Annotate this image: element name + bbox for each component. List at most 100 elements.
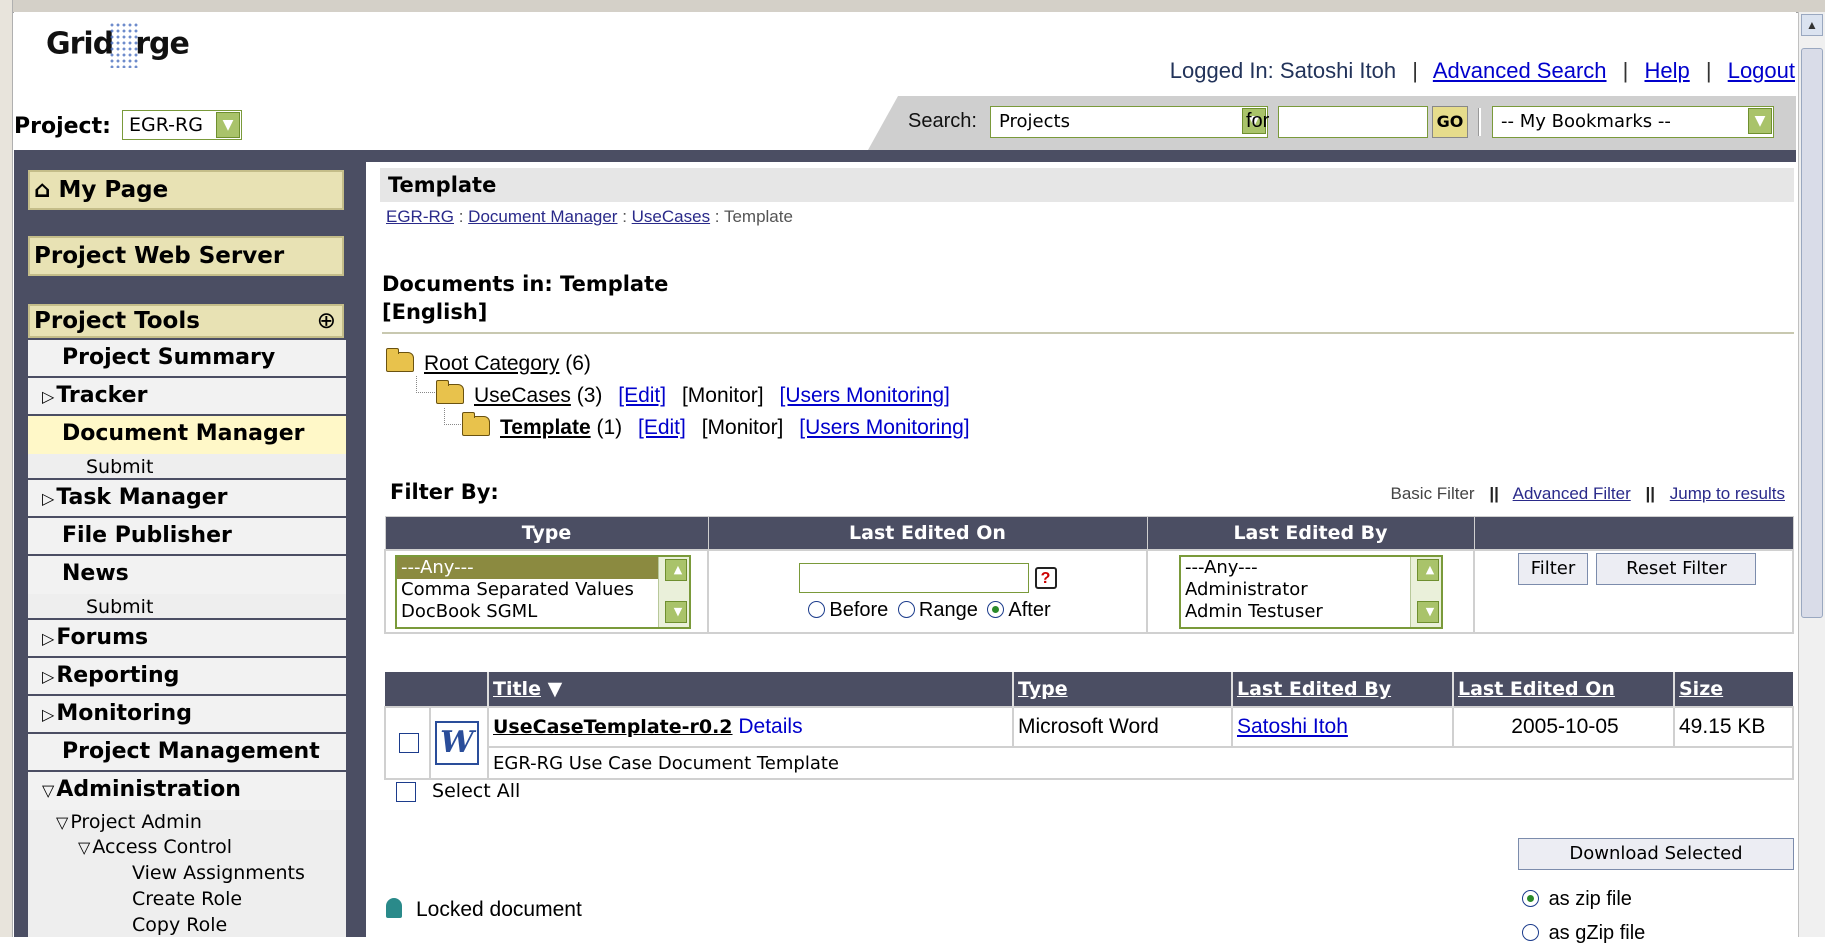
search-scope-select[interactable]: Projects ▼	[990, 106, 1268, 138]
sidebar-item-project-summary[interactable]: Project Summary	[28, 340, 346, 378]
help-icon[interactable]: ?	[1034, 567, 1057, 589]
sidebar-item-file-publisher[interactable]: File Publisher	[28, 518, 346, 556]
template-edit-link[interactable]: [Edit]	[638, 416, 686, 439]
chevron-down-icon[interactable]: ▼	[1748, 108, 1772, 134]
my-page-button[interactable]: ⌂ My Page	[28, 170, 344, 210]
template-count: (1)	[596, 416, 623, 439]
table-header-last-edited-by[interactable]: Last Edited By	[1231, 672, 1453, 707]
sidebar-sub-view-assignments[interactable]: View Assignments	[28, 860, 346, 886]
sort-title-link[interactable]: Title	[493, 678, 541, 700]
sidebar-item-forums[interactable]: ▷Forums	[28, 620, 346, 658]
project-web-server-button[interactable]: Project Web Server	[28, 236, 344, 276]
table-header-title[interactable]: Title ▼	[487, 672, 1013, 707]
breadcrumb-document-manager[interactable]: Document Manager	[468, 207, 617, 226]
document-title-link[interactable]: UseCaseTemplate-r0.2	[493, 716, 733, 738]
scroll-up-icon[interactable]: ▲	[665, 558, 687, 581]
sidebar-item-tracker[interactable]: ▷Tracker	[28, 378, 346, 416]
advanced-filter-link[interactable]: Advanced Filter	[1513, 484, 1631, 503]
reset-filter-button[interactable]: Reset Filter	[1596, 553, 1757, 585]
download-selected-button[interactable]: Download Selected	[1518, 838, 1794, 870]
table-header-type[interactable]: Type	[1012, 672, 1232, 707]
chevron-down-icon[interactable]: ▼	[216, 112, 240, 138]
user-listbox[interactable]: ---Any--- Administrator Admin Testuser ▲…	[1179, 554, 1443, 629]
page-scrollbar[interactable]: ▲	[1798, 12, 1825, 937]
sidebar-item-label: Tracker	[56, 383, 148, 408]
sidebar-item-project-management[interactable]: Project Management	[28, 734, 346, 772]
template-monitor[interactable]: [Monitor]	[702, 416, 784, 439]
table-header-last-edited-on[interactable]: Last Edited On	[1452, 672, 1674, 707]
row-size-cell: 49.15 KB	[1673, 706, 1794, 748]
sidebar-sub-project-admin[interactable]: ▽ Project Admin	[28, 810, 346, 834]
filter-button[interactable]: Filter	[1518, 553, 1588, 585]
sidebar-sub-submit[interactable]: Submit	[28, 454, 346, 480]
listbox-option[interactable]: Comma Separated Values	[397, 579, 689, 601]
template-link[interactable]: Template	[500, 416, 591, 439]
logout-link[interactable]: Logout	[1728, 58, 1795, 83]
sort-type-link[interactable]: Type	[1018, 678, 1068, 700]
sidebar-sub-create-role[interactable]: Create Role	[28, 886, 346, 912]
sidebar-sub-copy-role[interactable]: Copy Role	[28, 912, 346, 938]
radio-range[interactable]	[897, 601, 915, 618]
usecases-edit-link[interactable]: [Edit]	[618, 384, 666, 407]
jump-to-results-link[interactable]: Jump to results	[1670, 484, 1785, 503]
select-all-checkbox[interactable]	[396, 781, 416, 802]
radio-before[interactable]	[808, 601, 826, 618]
sidebar-item-label: Document Manager	[62, 421, 305, 446]
scroll-down-icon[interactable]: ▼	[665, 600, 687, 623]
documents-in-title: Documents in: Template	[382, 272, 669, 296]
sort-date-link[interactable]: Last Edited On	[1458, 678, 1615, 700]
sidebar-item-document-manager[interactable]: Document Manager	[28, 416, 346, 454]
listbox-option[interactable]: Administrator	[1181, 579, 1441, 601]
help-link[interactable]: Help	[1644, 58, 1689, 83]
date-input[interactable]	[798, 563, 1029, 593]
filter-links: Basic Filter || Advanced Filter || Jump …	[1391, 484, 1786, 504]
gzip-option[interactable]: as gZip file	[1518, 916, 1645, 950]
table-header-size[interactable]: Size	[1673, 672, 1793, 707]
details-link[interactable]: Details	[738, 715, 802, 738]
sidebar-item-administration[interactable]: ▽Administration	[28, 772, 346, 810]
root-category-link[interactable]: Root Category	[424, 352, 559, 375]
sidebar-item-label: Reporting	[56, 663, 180, 688]
header-divider-bar	[14, 150, 1796, 162]
sort-editor-link[interactable]: Last Edited By	[1237, 678, 1391, 700]
zip-option[interactable]: as zip file	[1518, 882, 1645, 916]
listbox-option[interactable]: Admin Testuser	[1181, 601, 1441, 623]
bookmarks-select[interactable]: -- My Bookmarks -- ▼	[1492, 106, 1774, 138]
sidebar-item-monitoring[interactable]: ▷Monitoring	[28, 696, 346, 734]
scroll-up-icon[interactable]: ▲	[1417, 558, 1439, 581]
sidebar-item-news[interactable]: News	[28, 556, 346, 594]
scroll-up-icon[interactable]: ▲	[1801, 14, 1823, 36]
listbox-option[interactable]: ---Any---	[1181, 557, 1441, 579]
sidebar-item-task-manager[interactable]: ▷Task Manager	[28, 480, 346, 518]
usecases-link[interactable]: UseCases	[474, 384, 571, 407]
usecases-users-monitoring-link[interactable]: [Users Monitoring]	[779, 384, 949, 407]
usecases-monitor[interactable]: [Monitor]	[682, 384, 764, 407]
advanced-search-link[interactable]: Advanced Search	[1433, 58, 1607, 83]
radio-gzip[interactable]	[1522, 924, 1539, 941]
editor-link[interactable]: Satoshi Itoh	[1237, 715, 1348, 738]
word-document-icon[interactable]: W	[435, 721, 479, 765]
breadcrumb-usecases[interactable]: UseCases	[632, 207, 710, 226]
sort-size-link[interactable]: Size	[1679, 678, 1723, 700]
breadcrumb-egr-rg[interactable]: EGR-RG	[386, 207, 454, 226]
search-input[interactable]	[1278, 106, 1428, 138]
type-listbox[interactable]: ---Any--- Comma Separated Values DocBook…	[395, 554, 691, 629]
expand-plus-icon[interactable]: ⊕	[317, 306, 336, 336]
radio-after[interactable]	[987, 601, 1005, 618]
template-users-monitoring-link[interactable]: [Users Monitoring]	[799, 416, 969, 439]
listbox-option[interactable]: DocBook SGML	[397, 601, 689, 623]
project-select[interactable]: EGR-RG ▼	[122, 110, 242, 140]
sidebar-sub-submit[interactable]: Submit	[28, 594, 346, 620]
gridforge-logo[interactable]: Grid rge	[46, 22, 190, 68]
scroll-thumb[interactable]	[1801, 48, 1823, 618]
go-button[interactable]: GO	[1432, 106, 1468, 138]
scrollbar[interactable]: ▲ ▼	[658, 556, 689, 627]
scroll-down-icon[interactable]: ▼	[1417, 600, 1439, 623]
sidebar-item-reporting[interactable]: ▷Reporting	[28, 658, 346, 696]
radio-zip[interactable]	[1522, 890, 1539, 907]
sidebar-sub-access-control[interactable]: ▽ Access Control	[28, 834, 346, 860]
listbox-option[interactable]: ---Any---	[397, 556, 689, 579]
row-checkbox[interactable]	[399, 733, 419, 754]
project-tools-header[interactable]: Project Tools ⊕	[28, 304, 344, 338]
scrollbar[interactable]: ▲ ▼	[1410, 556, 1441, 627]
